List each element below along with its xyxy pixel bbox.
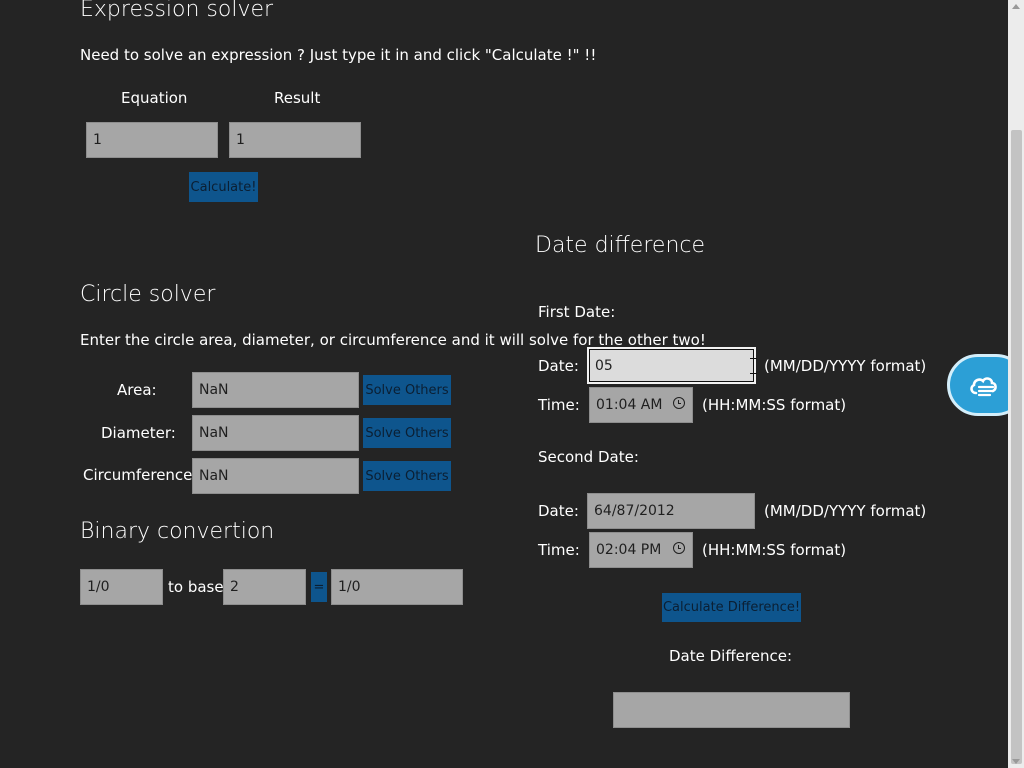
vertical-scrollbar[interactable] <box>1008 0 1024 768</box>
second-time-format-hint: (HH:MM:SS format) <box>702 541 847 559</box>
date-difference-title: Date difference <box>535 233 706 258</box>
clock-icon[interactable] <box>673 542 685 554</box>
circle-solver-title: Circle solver <box>80 282 216 307</box>
clock-icon[interactable] <box>673 397 685 409</box>
scroll-up-arrow-icon[interactable] <box>1012 4 1020 9</box>
result-input[interactable]: 1 <box>229 122 361 158</box>
first-date-value: 05 <box>595 357 613 374</box>
equation-label: Equation <box>121 89 188 107</box>
binary-output[interactable]: 1/0 <box>331 569 463 605</box>
second-date-label: Date: <box>538 502 579 520</box>
first-date-format-hint: (MM/DD/YYYY format) <box>764 357 927 375</box>
first-time-input[interactable]: 01:04 AM <box>589 387 693 423</box>
date-difference-result-label: Date Difference: <box>669 647 793 665</box>
second-date-heading: Second Date: <box>538 448 639 466</box>
cloud-share-icon <box>970 377 997 397</box>
convert-equals-button[interactable]: = <box>311 572 327 602</box>
binary-input[interactable]: 1/0 <box>80 569 163 605</box>
second-date-format-hint: (MM/DD/YYYY format) <box>764 502 927 520</box>
base-input[interactable]: 2 <box>223 569 306 605</box>
expression-solver-title: Expression solver <box>80 0 274 22</box>
text-cursor-icon <box>750 358 757 374</box>
first-date-heading: First Date: <box>538 303 616 321</box>
circumference-solve-others-button[interactable]: Solve Others <box>363 461 451 491</box>
first-time-value: 01:04 AM <box>596 397 663 413</box>
binary-conversion-title: Binary convertion <box>80 519 275 544</box>
circumference-label: Circumference: <box>83 466 198 484</box>
calculate-difference-button[interactable]: Calculate Difference! <box>662 593 801 622</box>
first-date-label: Date: <box>538 357 579 375</box>
date-difference-result-output[interactable] <box>613 692 850 728</box>
expression-solver-description: Need to solve an expression ? Just type … <box>80 46 597 64</box>
first-time-format-hint: (HH:MM:SS format) <box>702 396 847 414</box>
diameter-solve-others-button[interactable]: Solve Others <box>363 418 451 448</box>
second-time-label: Time: <box>538 541 580 559</box>
scrollbar-thumb[interactable] <box>1011 130 1022 764</box>
area-solve-others-button[interactable]: Solve Others <box>363 375 451 405</box>
result-label: Result <box>274 89 321 107</box>
second-time-input[interactable]: 02:04 PM <box>589 532 693 568</box>
circumference-input[interactable]: NaN <box>192 458 359 494</box>
to-base-label: to base <box>168 578 224 596</box>
second-time-value: 02:04 PM <box>596 542 662 558</box>
equation-input[interactable]: 1 <box>86 122 218 158</box>
area-input[interactable]: NaN <box>192 372 359 408</box>
area-label: Area: <box>117 381 157 399</box>
second-date-input[interactable]: 64/87/2012 <box>587 493 755 529</box>
scroll-down-arrow-icon[interactable] <box>1012 759 1020 764</box>
first-date-input[interactable]: 05 <box>587 347 757 384</box>
diameter-label: Diameter: <box>101 424 176 442</box>
diameter-input[interactable]: NaN <box>192 415 359 451</box>
calculate-button[interactable]: Calculate! <box>189 172 258 202</box>
first-time-label: Time: <box>538 396 580 414</box>
